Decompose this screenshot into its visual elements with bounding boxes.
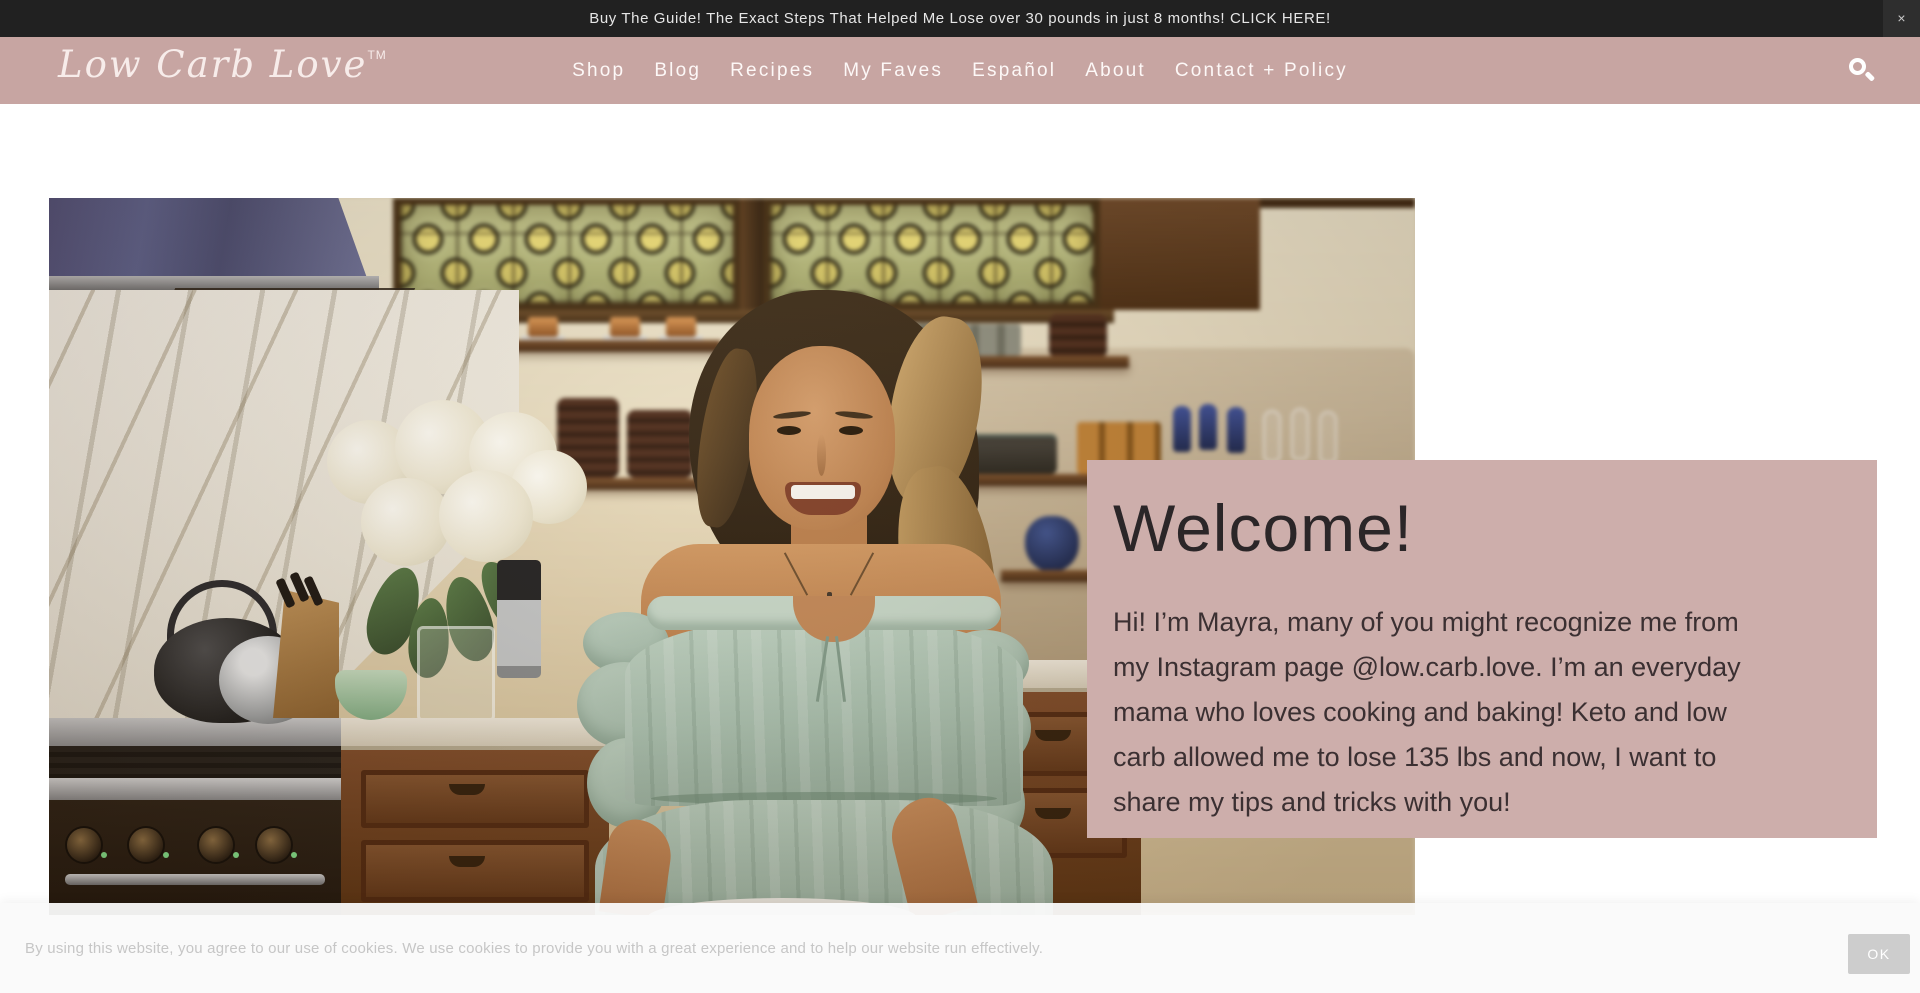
main-navbar: Low Carb LoveTM Shop Blog Recipes My Fav… — [0, 37, 1920, 104]
nav-item-contact-policy[interactable]: Contact + Policy — [1175, 60, 1348, 82]
nav-item-espanol[interactable]: Español — [972, 60, 1056, 82]
nav-item-shop[interactable]: Shop — [572, 60, 625, 82]
cookie-message: By using this website, you agree to our … — [25, 940, 1043, 957]
cookie-ok-button[interactable]: OK — [1848, 934, 1910, 974]
nav-item-blog[interactable]: Blog — [654, 60, 701, 82]
promo-banner: Buy The Guide! The Exact Steps That Help… — [0, 0, 1920, 37]
welcome-title: Welcome! — [1113, 490, 1787, 566]
promo-banner-link[interactable]: Buy The Guide! The Exact Steps That Help… — [0, 0, 1920, 37]
cookie-bar: By using this website, you agree to our … — [0, 903, 1920, 993]
welcome-card: Welcome! Hi! I’m Mayra, many of you migh… — [1087, 460, 1877, 838]
nav-menu: Shop Blog Recipes My Faves Español About… — [0, 37, 1920, 104]
nav-item-about[interactable]: About — [1085, 60, 1146, 82]
welcome-text: Hi! I’m Mayra, many of you might recogni… — [1113, 600, 1778, 825]
close-icon: × — [1897, 10, 1905, 26]
nav-item-recipes[interactable]: Recipes — [730, 60, 814, 82]
search-icon — [1849, 58, 1866, 75]
banner-close-button[interactable]: × — [1883, 0, 1920, 37]
nav-item-my-faves[interactable]: My Faves — [843, 60, 943, 82]
search-button[interactable] — [1848, 57, 1876, 85]
